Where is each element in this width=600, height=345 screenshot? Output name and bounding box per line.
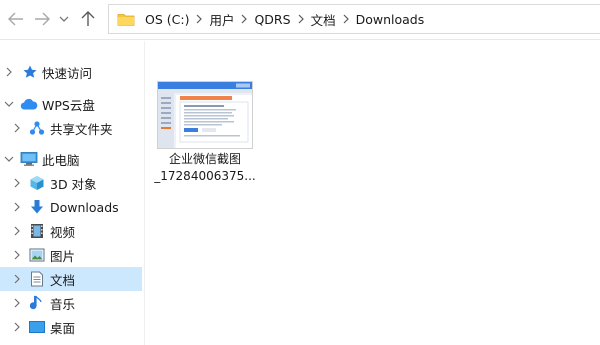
file-list-pane[interactable]: 企业微信截图 _17284006375... <box>146 41 600 345</box>
chevron-right-icon[interactable] <box>12 298 22 308</box>
cube-icon <box>28 174 46 192</box>
sidebar-item-label: 文档 <box>50 272 76 288</box>
recent-locations-button[interactable] <box>56 9 72 29</box>
chevron-right-icon[interactable] <box>343 14 349 24</box>
desktop-icon <box>28 318 46 336</box>
file-name-line-1: 企业微信截图 <box>168 152 241 166</box>
chevron-right-icon[interactable] <box>298 14 304 24</box>
breadcrumb-users[interactable]: 用户 <box>209 10 234 29</box>
breadcrumb-os-c[interactable]: OS (C:) <box>145 12 189 27</box>
sidebar-item-wps-cloud[interactable]: WPS云盘 <box>0 92 142 116</box>
up-button[interactable] <box>78 9 98 29</box>
computer-icon <box>20 150 38 168</box>
navigation-bar: OS (C:) 用户 QDRS 文档 Downloads <box>0 0 600 40</box>
cloud-icon <box>20 95 38 113</box>
chevron-right-icon[interactable] <box>241 14 248 24</box>
arrow-up-icon <box>81 11 95 26</box>
sidebar-item-shared-folder[interactable]: 共享文件夹 <box>0 116 142 140</box>
folder-icon <box>117 14 135 26</box>
star-icon <box>21 63 39 81</box>
picture-icon <box>28 246 46 264</box>
sidebar-item-downloads[interactable]: Downloads <box>0 195 142 219</box>
breadcrumb-documents[interactable]: 文档 <box>311 10 336 29</box>
file-name-line-2: _17284006375... <box>154 169 256 183</box>
forward-button[interactable] <box>32 9 52 29</box>
chevron-right-icon[interactable] <box>12 226 22 236</box>
sidebar-item-pictures[interactable]: 图片 <box>0 243 142 267</box>
chevron-right-icon[interactable] <box>12 178 22 188</box>
chevron-right-icon[interactable] <box>12 123 22 133</box>
sidebar-item-desktop[interactable]: 桌面 <box>0 315 142 339</box>
file-item[interactable]: 企业微信截图 _17284006375... <box>154 77 256 189</box>
breadcrumb-qdrs[interactable]: QDRS <box>254 12 290 27</box>
arrow-right-icon <box>35 12 50 26</box>
document-icon <box>28 270 46 288</box>
chevron-right-icon[interactable] <box>12 274 22 284</box>
chevron-right-icon[interactable] <box>4 67 14 77</box>
sidebar-item-documents[interactable]: 文档 <box>0 267 142 291</box>
sidebar-item-label: 快速访问 <box>42 65 93 81</box>
chevron-down-icon <box>59 16 69 22</box>
sidebar-item-label: 此电脑 <box>42 152 80 168</box>
sidebar-item-label: 图片 <box>50 248 76 264</box>
sidebar-item-music[interactable]: 音乐 <box>0 291 142 315</box>
sidebar-item-label: 3D 对象 <box>50 176 97 192</box>
sidebar-item-this-pc[interactable]: 此电脑 <box>0 147 142 171</box>
image-thumbnail <box>157 81 253 149</box>
sidebar-item-label: 视频 <box>50 224 76 240</box>
sidebar-item-label: 桌面 <box>50 320 76 336</box>
sidebar-item-3d-objects[interactable]: 3D 对象 <box>0 171 142 195</box>
sidebar-item-label: 共享文件夹 <box>50 121 113 137</box>
video-icon <box>28 222 46 240</box>
sidebar-item-label: 音乐 <box>50 296 76 312</box>
sidebar-item-quick-access[interactable]: 快速访问 <box>0 60 142 84</box>
chevron-down-icon[interactable] <box>4 99 14 109</box>
file-name[interactable]: 企业微信截图 _17284006375... <box>154 151 256 185</box>
sidebar-item-label: Downloads <box>50 199 119 215</box>
breadcrumb-downloads[interactable]: Downloads <box>356 12 425 27</box>
chevron-right-icon[interactable] <box>12 322 22 332</box>
chevron-right-icon[interactable] <box>12 202 22 212</box>
sidebar-item-videos[interactable]: 视频 <box>0 219 142 243</box>
chevron-right-icon[interactable] <box>196 14 203 24</box>
sidebar-item-label: WPS云盘 <box>42 97 95 113</box>
share-icon <box>28 119 46 137</box>
chevron-down-icon[interactable] <box>4 154 14 164</box>
address-bar[interactable]: OS (C:) 用户 QDRS 文档 Downloads <box>108 4 600 34</box>
back-button[interactable] <box>6 9 26 29</box>
navigation-pane: 快速访问 WPS云盘 共享文件夹 此电脑 3D 对象 Downloads 视频 … <box>0 41 145 345</box>
chevron-right-icon[interactable] <box>12 250 22 260</box>
music-icon <box>28 294 46 312</box>
arrow-left-icon <box>8 12 23 26</box>
download-icon <box>28 198 46 216</box>
